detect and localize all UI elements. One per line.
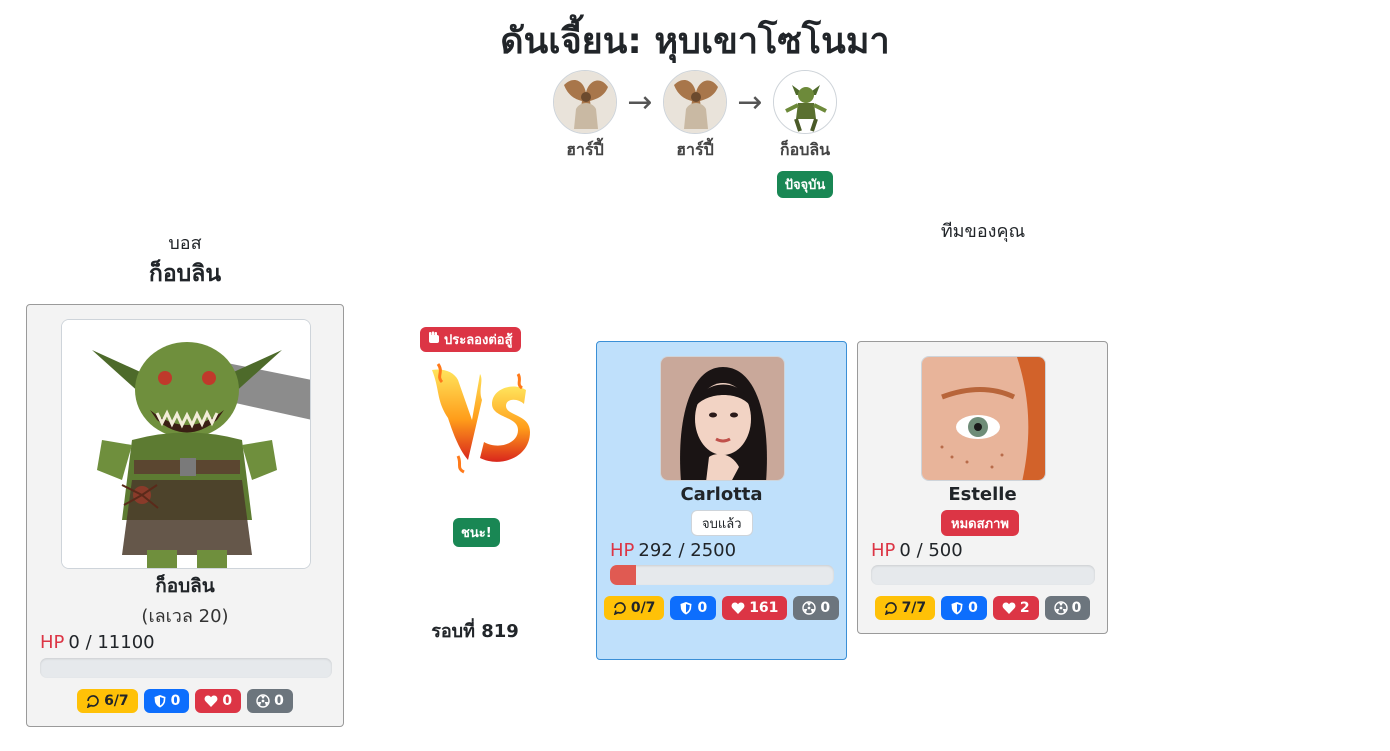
harpy-icon [663,70,727,134]
hp-label: HP [610,540,635,561]
member-hp-bar [610,565,834,585]
stage-3-current: ก็อบลิน ปัจจุบัน [772,70,838,198]
fist-icon [428,331,440,348]
fight-badge: ประลองต่อสู้ [420,327,521,352]
dungeon-path: ฮาร์ปี้ → ฮาร์ปี้ → ก็อบลิน ปัจจุบัน [0,70,1390,198]
dungeon-title: ดันเจี้ยน: หุบเขาโซโนมา [500,21,890,62]
charge-icon [884,601,898,615]
stage-1: ฮาร์ปี้ [552,70,618,163]
stage-name: ฮาร์ปี้ [676,140,714,159]
boss-portrait [61,319,311,569]
member-name: Estelle [948,484,1017,505]
charge-icon [86,694,100,708]
heart-icon [204,694,218,708]
heal-chip: 161 [722,596,788,620]
boss-card: ก็อบลิน (เลเวล 20) HP 0 / 11100 6/7 0 0 0 [26,304,344,727]
battle-result-badge: ชนะ! [453,518,500,547]
member-hp-bar [871,565,1095,585]
poison-chip: 0 [1044,596,1091,620]
team-section-label: ทีมของคุณ [940,221,1026,242]
round-counter: รอบที่ 819 [431,621,519,642]
member-hp-text: HP 0 / 500 [871,540,963,561]
hp-label: HP [40,632,65,653]
charge-chip: 6/7 [77,689,138,713]
current-stage-badge: ปัจจุบัน [776,171,834,198]
vs-emblem-icon [418,360,534,476]
stage-2: ฮาร์ปี้ [662,70,728,163]
hp-label: HP [871,540,896,561]
member-status-badge: หมดสภาพ [941,510,1019,536]
radiation-icon [1053,601,1068,615]
arrow-right-icon: → [627,84,653,120]
shield-icon [153,694,167,708]
heal-chip: 0 [195,689,242,713]
member-portrait [660,356,785,481]
shield-chip: 0 [143,689,190,713]
stage-name: ฮาร์ปี้ [566,140,604,159]
poison-chip: 0 [793,596,840,620]
poison-chip: 0 [247,689,293,713]
member-hp-value: 292 / 2500 [638,540,737,561]
member-hp-fill [610,565,637,585]
arrow-right-icon: → [737,84,763,120]
harpy-icon [553,70,617,134]
goblin-icon [773,70,837,134]
boss-stats: 6/7 0 0 0 [27,689,343,713]
member-stats: 7/7 0 2 0 [858,596,1107,620]
shield-icon [950,601,964,615]
stage-name: ก็อบลิน [779,140,831,159]
boss-hp-text: HP 0 / 11100 [40,632,155,653]
boss-hp-value: 0 / 11100 [68,632,155,653]
team-member-card[interactable]: Estelle หมดสภาพ HP 0 / 500 7/7 0 2 0 [857,341,1108,634]
shield-chip: 0 [941,596,987,620]
member-name: Carlotta [680,484,763,505]
boss-section-label: บอส [168,233,202,254]
boss-hp-bar [40,658,332,678]
member-hp-text: HP 292 / 2500 [610,540,736,561]
boss-name: ก็อบลิน [155,575,215,597]
boss-header-name: ก็อบลิน [148,261,222,287]
member-stats: 0/7 0 161 0 [597,596,846,620]
charge-chip: 0/7 [603,596,665,620]
boss-level: (เลเวล 20) [141,606,229,627]
shield-icon [679,601,693,615]
charge-icon [613,601,627,615]
member-portrait [921,356,1046,481]
radiation-icon [256,694,270,708]
member-status-badge: จบแล้ว [691,510,753,536]
heart-icon [1002,601,1016,615]
heal-chip: 2 [992,596,1039,620]
charge-chip: 7/7 [874,596,936,620]
member-hp-value: 0 / 500 [899,540,963,561]
team-member-card-active[interactable]: Carlotta จบแล้ว HP 292 / 2500 0/7 0 161 0 [596,341,847,660]
radiation-icon [802,601,817,615]
heart-icon [731,601,745,615]
shield-chip: 0 [670,596,717,620]
